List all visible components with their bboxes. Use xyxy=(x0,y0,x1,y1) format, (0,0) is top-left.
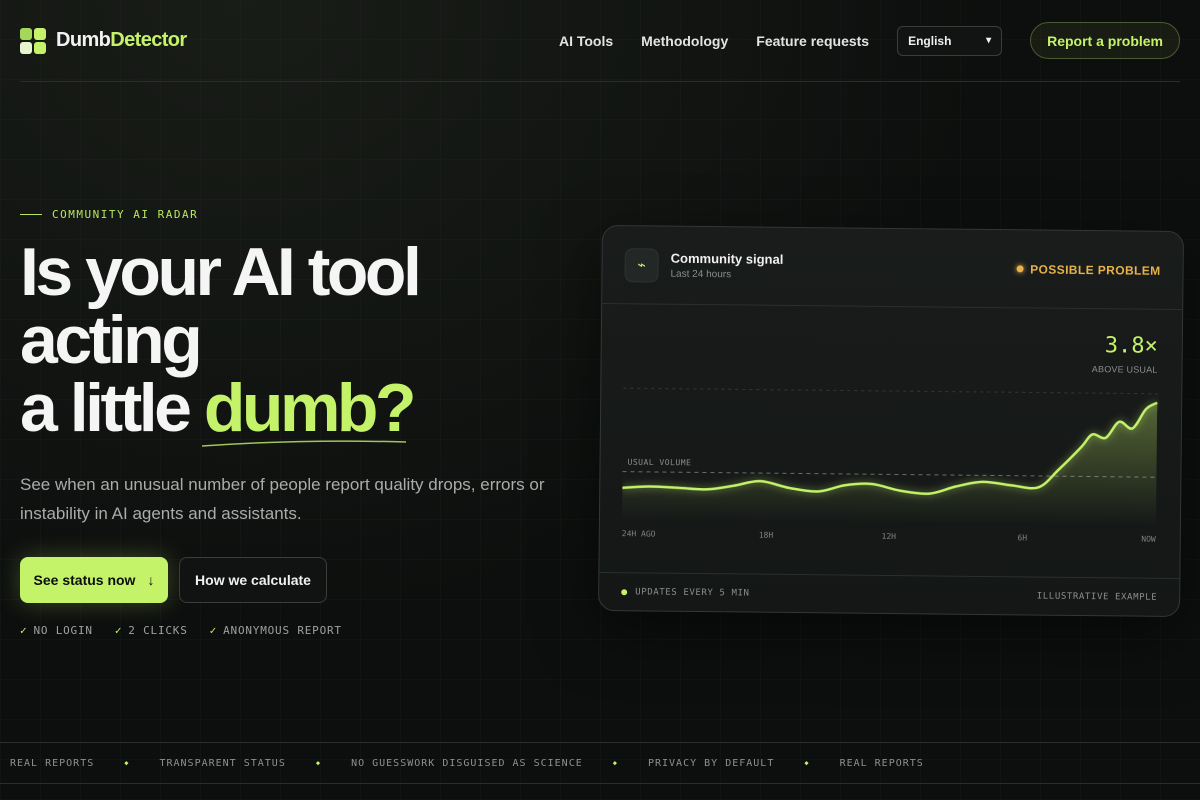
title-underline xyxy=(201,440,407,447)
nav-methodology[interactable]: Methodology xyxy=(641,33,728,49)
grid-line xyxy=(623,387,1158,395)
hero-eyebrow: COMMUNITY AI RADAR xyxy=(20,208,198,221)
how-we-calculate-button[interactable]: How we calculate xyxy=(179,557,327,603)
language-select[interactable]: English ▾ xyxy=(897,25,1003,56)
chevron-down-icon: ▾ xyxy=(986,35,992,46)
ticker-item: TRANSPARENT STATUS xyxy=(159,757,286,769)
metric-value: 3.8× xyxy=(1104,333,1158,359)
hero-checks: ✓ NO LOGIN ✓ 2 CLICKS ✓ ANONYMOUS REPORT xyxy=(20,624,342,637)
signal-area xyxy=(621,402,1158,526)
hero-title: Is your AI tool acting a little dumb? xyxy=(20,234,422,446)
ticker-item: REAL REPORTS xyxy=(839,757,924,769)
metric-label: ABOVE USUAL xyxy=(1091,364,1158,375)
arrow-down-icon: ↓ xyxy=(147,572,155,588)
ticker-separator-icon: ◆ xyxy=(124,759,130,767)
card-footer: UPDATES EVERY 5 MIN ILLUSTRATIVE EXAMPLE xyxy=(599,571,1180,617)
card-subtitle: Last 24 hours xyxy=(670,268,732,281)
check-icon: ✓ xyxy=(114,624,123,637)
ticker-item: PRIVACY BY DEFAULT xyxy=(647,757,775,769)
x-tick-label: NOW xyxy=(1141,535,1156,544)
see-status-button[interactable]: See status now ↓ xyxy=(20,557,168,603)
footer-note: ILLUSTRATIVE EXAMPLE xyxy=(1036,591,1158,603)
x-tick-label: 6H xyxy=(1017,533,1027,542)
nav-ai-tools[interactable]: AI Tools xyxy=(559,33,613,49)
hero-subtitle: See when an unusual number of people rep… xyxy=(20,475,545,523)
card-header: ⌁ Community signal Last 24 hours POSSIBL… xyxy=(602,225,1183,311)
status-dot-icon xyxy=(1016,265,1024,273)
x-tick-label: 18H xyxy=(759,531,774,540)
check-item: ✓ ANONYMOUS REPORT xyxy=(209,624,342,637)
report-problem-button[interactable]: Report a problem xyxy=(1030,22,1180,59)
check-item: ✓ NO LOGIN xyxy=(20,624,93,637)
signal-chart: USUAL VOLUME 24H AGO 18H 12H 6H NOW xyxy=(621,387,1158,544)
metric: 3.8× ABOVE USUAL xyxy=(1092,333,1158,375)
card-title: Community signal xyxy=(670,250,784,267)
status-badge: POSSIBLE PROBLEM xyxy=(1016,262,1161,277)
baseline-label: USUAL VOLUME xyxy=(628,458,692,468)
nav-feature-requests[interactable]: Feature requests xyxy=(756,33,869,49)
pulse-icon: ⌁ xyxy=(624,247,659,283)
logo[interactable]: DumbDetector xyxy=(20,27,187,54)
eyebrow-line xyxy=(20,214,42,215)
language-select-value: English xyxy=(908,33,952,48)
check-icon: ✓ xyxy=(209,624,218,637)
site-header: DumbDetector AI Tools Methodology Featur… xyxy=(20,0,1180,82)
ticker-separator-icon: ◆ xyxy=(612,759,618,767)
ticker-item: NO GUESSWORK DISGUISED AS SCIENCE xyxy=(351,757,583,769)
x-tick-label: 12H xyxy=(882,532,897,541)
community-signal-card: ⌁ Community signal Last 24 hours POSSIBL… xyxy=(597,224,1185,618)
footer-updates: UPDATES EVERY 5 MIN xyxy=(635,586,750,599)
eyebrow-text: COMMUNITY AI RADAR xyxy=(52,208,199,221)
live-dot-icon xyxy=(621,588,628,595)
ticker-item: REAL REPORTS xyxy=(10,757,95,769)
hero-title-accent: dumb? xyxy=(203,370,417,446)
x-tick-label: 24H AGO xyxy=(622,529,656,538)
main-nav: AI Tools Methodology Feature requests En… xyxy=(559,22,1180,59)
ticker-separator-icon: ◆ xyxy=(315,759,322,767)
check-item: ✓ 2 CLICKS xyxy=(114,624,188,637)
ticker-strip: REAL REPORTS ◆ TRANSPARENT STATUS ◆ NO GUESS… xyxy=(0,742,1200,784)
ticker-separator-icon: ◆ xyxy=(804,759,810,767)
check-icon: ✓ xyxy=(20,624,28,637)
logo-text: DumbDetector xyxy=(56,29,187,51)
logo-grid-icon xyxy=(20,27,46,54)
